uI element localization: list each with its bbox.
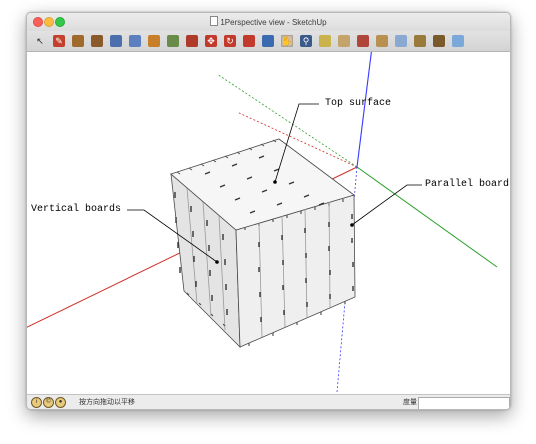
paint-bucket-icon[interactable] (148, 35, 160, 47)
pencil-tool-icon[interactable]: ✎ (53, 35, 65, 47)
box-model[interactable] (170, 138, 356, 349)
model-canvas (27, 52, 498, 393)
select-tool-icon[interactable]: ↖ (34, 35, 46, 47)
layout-icon[interactable] (395, 35, 407, 47)
scale-icon[interactable] (243, 35, 255, 47)
title-bar: 1Perspective view - SketchUp (27, 13, 510, 31)
styles-icon[interactable] (414, 35, 426, 47)
status-hint: 按方向拖动以平移 (79, 399, 135, 406)
warehouse-icon[interactable] (338, 35, 350, 47)
share-model-icon[interactable] (452, 35, 464, 47)
geo-location-icon[interactable]: i (31, 397, 42, 408)
parallel-boards-leader-dot (350, 223, 354, 227)
vertical-boards-leader-dot (215, 260, 219, 264)
move-icon[interactable]: ✥ (205, 35, 217, 47)
circle-tool-icon[interactable] (91, 35, 103, 47)
document-icon (210, 16, 219, 26)
measurements-field[interactable] (418, 397, 510, 409)
model-viewport[interactable]: Top surface Vertical boards Parallel boa… (27, 52, 510, 395)
vertical-boards-callout[interactable]: Vertical boards (31, 204, 121, 215)
top-surface-leader-dot (273, 180, 277, 184)
push-pull-icon[interactable] (186, 35, 198, 47)
arc-tool-icon[interactable] (110, 35, 122, 47)
status-bar: i © ● 按方向拖动以平移 度量 (27, 394, 510, 409)
parallel-boards-leader (351, 184, 422, 226)
orbit-icon[interactable] (262, 35, 274, 47)
sketchup-window: 1Perspective view - SketchUp ↖ ✎ ✥ ↻ ✋ ⚲ (26, 12, 511, 410)
parallel-boards-callout[interactable]: Parallel boards (425, 179, 510, 190)
window-title-container: 1Perspective view - SketchUp (27, 16, 510, 27)
zoom-extents-icon[interactable] (319, 35, 331, 47)
components-icon[interactable] (357, 35, 369, 47)
make-component-icon[interactable] (129, 35, 141, 47)
eraser-icon[interactable] (167, 35, 179, 47)
pan-icon[interactable]: ✋ (281, 35, 293, 47)
main-toolbar: ↖ ✎ ✥ ↻ ✋ ⚲ (27, 31, 510, 52)
window-title: 1Perspective view - SketchUp (220, 18, 327, 27)
user-account-icon[interactable]: ● (55, 397, 66, 408)
blue-axis (356, 52, 372, 168)
top-surface-callout[interactable]: Top surface (325, 98, 391, 109)
extension-warehouse-icon[interactable] (376, 35, 388, 47)
rotate-icon[interactable]: ↻ (224, 35, 236, 47)
scenes-icon[interactable] (433, 35, 445, 47)
measurements-label: 度量 (403, 399, 417, 406)
rectangle-tool-icon[interactable] (72, 35, 84, 47)
credits-icon[interactable]: © (43, 397, 54, 408)
zoom-icon[interactable]: ⚲ (300, 35, 312, 47)
